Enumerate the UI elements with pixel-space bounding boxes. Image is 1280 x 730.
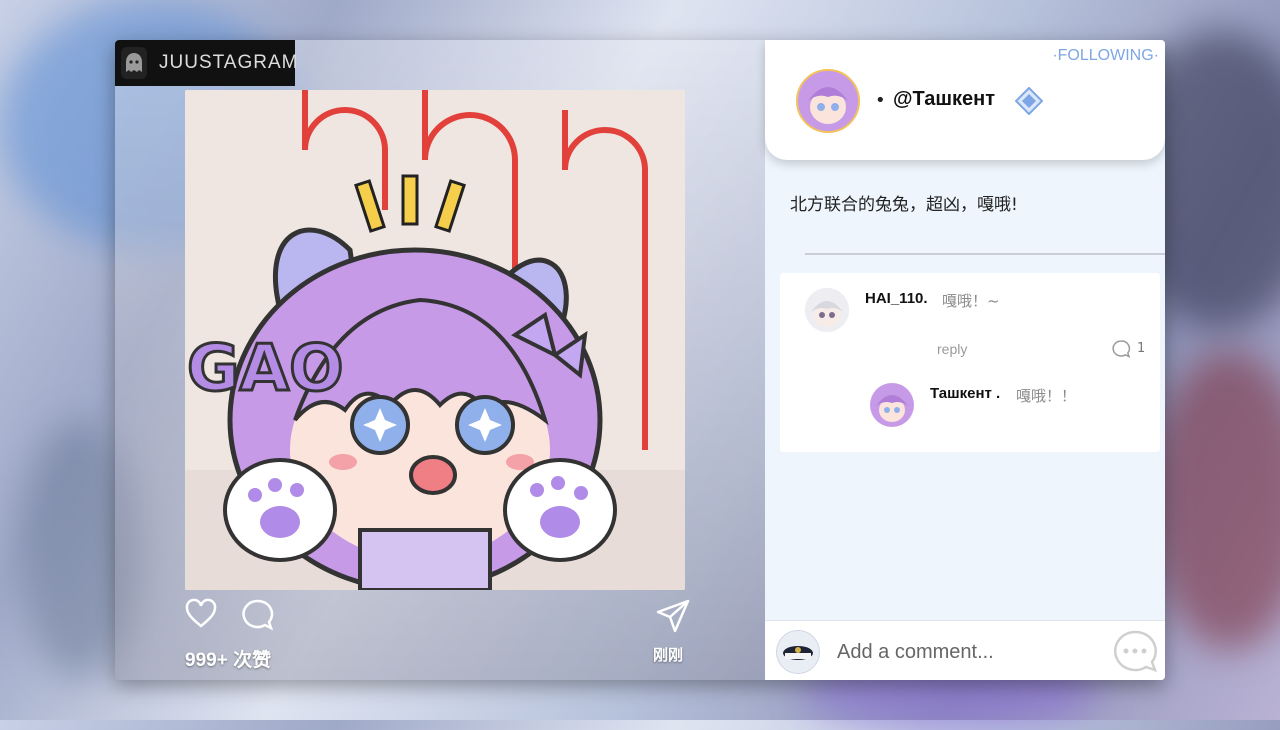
username[interactable]: @Ташкент: [893, 88, 995, 111]
divider: [805, 253, 1165, 255]
background-blur: [1150, 350, 1280, 650]
paper-plane-icon[interactable]: [655, 598, 691, 634]
reply-count: 1: [1137, 341, 1146, 356]
comments-section: HAI_110. 嘎哦！~ reply 1 Ташкент . 嘎哦！！: [780, 273, 1160, 452]
avatar[interactable]: [805, 288, 849, 332]
details-pane: • @Ташкент ·FOLLOWING· 北方联合的兔兔，超凶，嘎哦! HA…: [765, 40, 1165, 680]
post-image[interactable]: GAO: [185, 90, 685, 590]
post-caption: 北方联合的兔兔，超凶，嘎哦!: [790, 195, 1018, 215]
reply-text: 嘎哦！！: [1016, 387, 1077, 405]
comment-bubble-icon[interactable]: [1111, 339, 1131, 359]
media-pane: JUUSTAGRAM GAO 999+ 次赞 刚刚: [115, 40, 765, 680]
avatar[interactable]: [870, 383, 914, 427]
comment-bubble-icon[interactable]: [240, 598, 274, 632]
ghost-icon: [121, 47, 147, 79]
comment-input[interactable]: [835, 633, 1089, 671]
post-time: 刚刚: [653, 646, 684, 664]
username-bullet: •: [875, 90, 886, 111]
chat-bubble-icon[interactable]: [1111, 628, 1159, 676]
comment-text: 嘎哦！~: [942, 292, 1000, 310]
brand-bar: JUUSTAGRAM: [115, 40, 299, 86]
brand-name: JUUSTAGRAM: [159, 52, 299, 73]
comment-author[interactable]: HAI_110.: [865, 290, 928, 307]
reply-author[interactable]: Ташкент .: [930, 385, 1000, 402]
sticker-text: GAO: [187, 332, 343, 406]
verified-diamond-icon: [1014, 86, 1044, 116]
following-button[interactable]: ·FOLLOWING·: [1052, 47, 1159, 65]
like-count: 999+ 次赞: [185, 650, 272, 671]
heart-icon[interactable]: [185, 598, 217, 630]
avatar: [776, 630, 820, 674]
post-card: JUUSTAGRAM GAO 999+ 次赞 刚刚 • @Ташкент ·FO…: [115, 40, 1165, 680]
comment-bar: [765, 620, 1165, 680]
reply-button[interactable]: reply: [937, 341, 967, 357]
avatar[interactable]: [796, 69, 860, 133]
